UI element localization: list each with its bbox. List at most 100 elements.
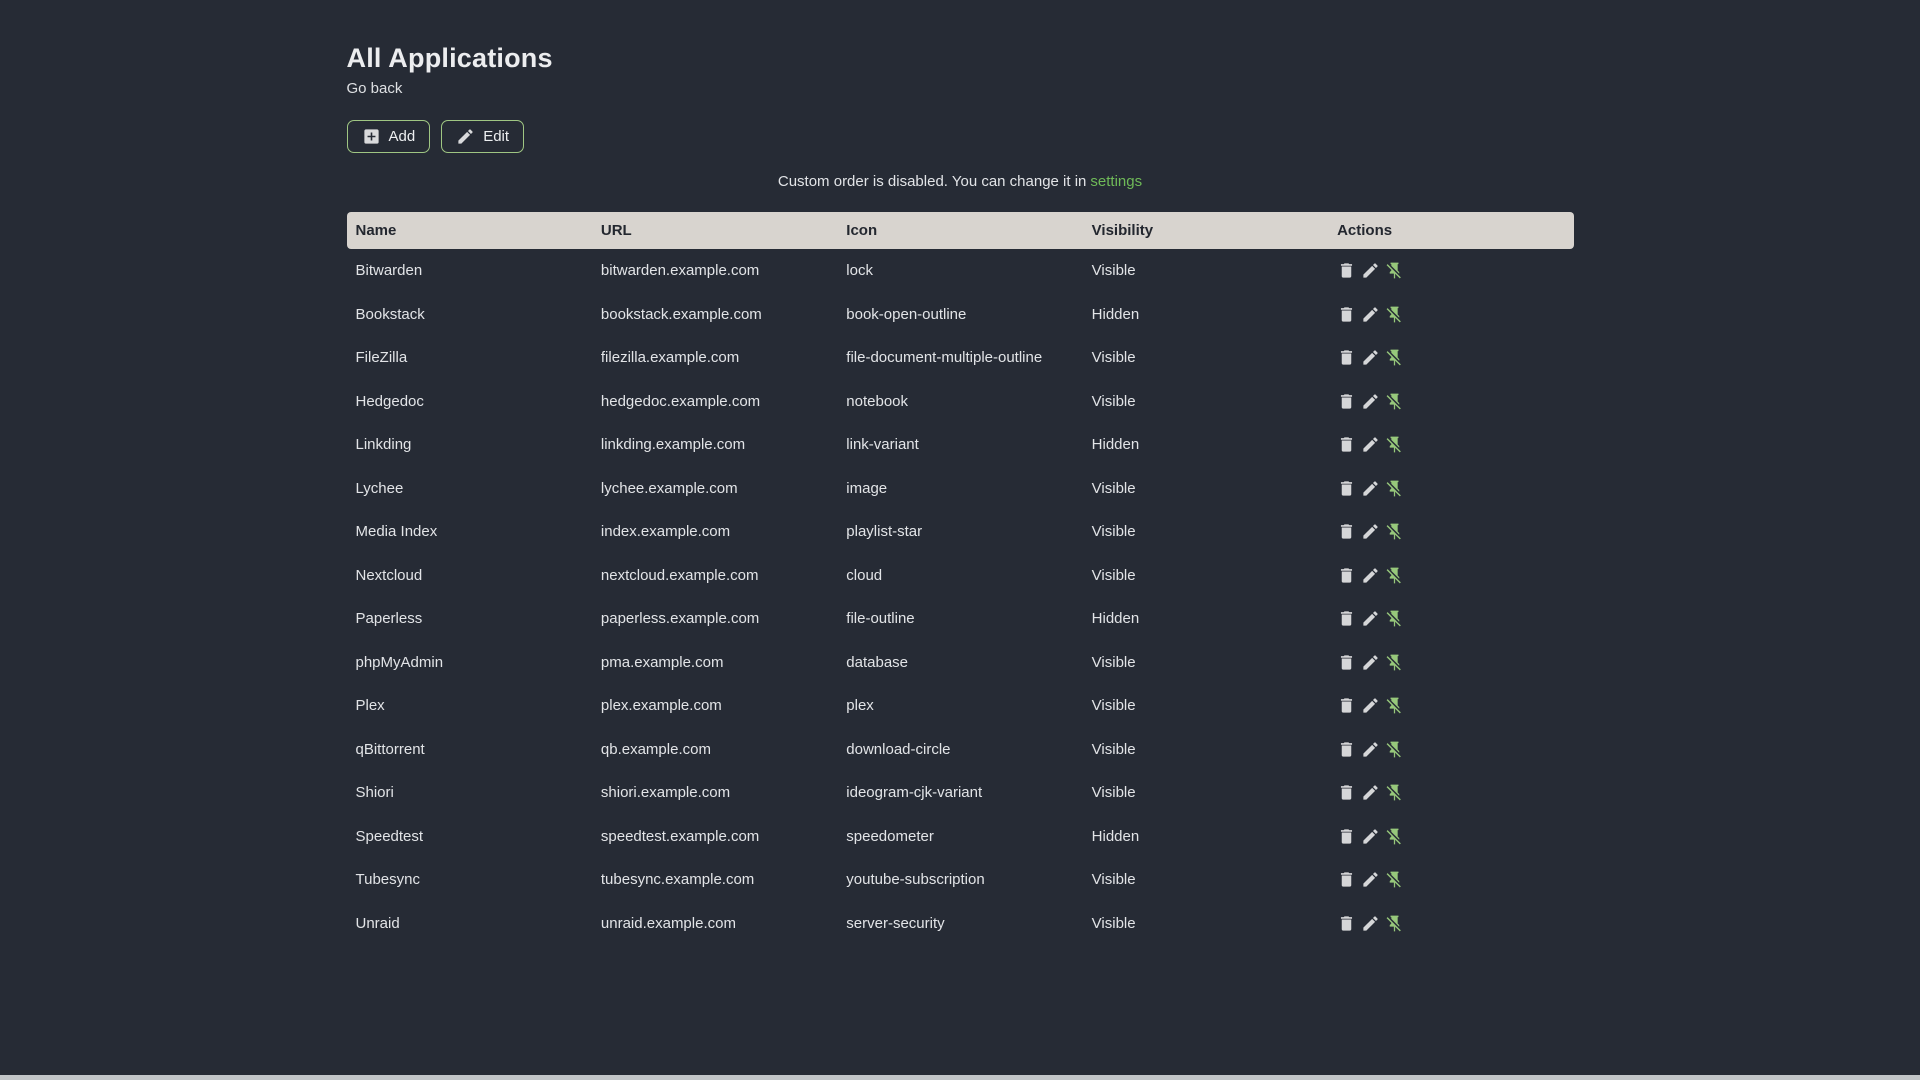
delete-icon[interactable]: [1337, 566, 1356, 585]
cell-url: speedtest.example.com: [600, 827, 760, 845]
settings-applications-page: All Applications Go back Add Edit Custom…: [346, 0, 1574, 945]
cell-visibility: Hidden: [1091, 827, 1140, 845]
pin-off-icon[interactable]: [1385, 827, 1404, 846]
cell-visibility: Visible: [1091, 784, 1136, 802]
delete-icon[interactable]: [1337, 870, 1356, 889]
cell-name: Speedtest: [355, 827, 424, 845]
cell-icon: youtube-subscription: [846, 871, 985, 889]
edit-icon[interactable]: [1361, 479, 1380, 498]
settings-link[interactable]: settings: [1090, 173, 1142, 190]
pin-off-icon[interactable]: [1385, 435, 1404, 454]
edit-icon[interactable]: [1361, 827, 1380, 846]
notice-text: Custom order is disabled. You can change…: [777, 173, 1087, 190]
cell-icon: book-open-outline: [846, 305, 967, 323]
edit-icon[interactable]: [1361, 261, 1380, 280]
go-back-link[interactable]: Go back: [347, 80, 403, 98]
plus-box-icon: [362, 127, 381, 146]
pin-off-icon[interactable]: [1385, 914, 1404, 933]
delete-icon[interactable]: [1337, 914, 1356, 933]
pin-off-icon[interactable]: [1385, 740, 1404, 759]
pin-off-icon[interactable]: [1385, 392, 1404, 411]
delete-icon[interactable]: [1337, 827, 1356, 846]
pin-off-icon[interactable]: [1385, 522, 1404, 541]
table-row: Paperless paperless.example.com file-out…: [347, 597, 1574, 641]
edit-icon[interactable]: [1361, 870, 1380, 889]
cell-visibility: Visible: [1091, 392, 1136, 410]
header-visibility: Visibility: [1091, 222, 1154, 239]
edit-icon[interactable]: [1361, 566, 1380, 585]
cell-visibility: Visible: [1091, 653, 1136, 671]
toolbar: Add Edit: [346, 120, 1574, 153]
delete-icon[interactable]: [1337, 305, 1356, 324]
cell-url: filezilla.example.com: [600, 349, 740, 367]
edit-icon[interactable]: [1361, 653, 1380, 672]
delete-icon[interactable]: [1337, 435, 1356, 454]
cell-name: Shiori: [355, 784, 394, 802]
delete-icon[interactable]: [1337, 783, 1356, 802]
delete-icon[interactable]: [1337, 392, 1356, 411]
edit-icon[interactable]: [1361, 348, 1380, 367]
edit-icon[interactable]: [1361, 914, 1380, 933]
table-row: Plex plex.example.com plex Visible: [347, 684, 1574, 728]
header-url: URL: [600, 222, 632, 239]
cell-visibility: Visible: [1091, 740, 1136, 758]
delete-icon[interactable]: [1337, 609, 1356, 628]
cell-actions: [1328, 783, 1573, 802]
edit-icon[interactable]: [1361, 696, 1380, 715]
delete-icon[interactable]: [1337, 479, 1356, 498]
cell-actions: [1328, 696, 1573, 715]
pin-off-icon[interactable]: [1385, 609, 1404, 628]
edit-icon[interactable]: [1361, 435, 1380, 454]
edit-icon[interactable]: [1361, 609, 1380, 628]
cell-url: bitwarden.example.com: [600, 262, 760, 280]
cell-actions: [1328, 914, 1573, 933]
cell-name: Nextcloud: [355, 566, 423, 584]
edit-icon[interactable]: [1361, 392, 1380, 411]
cell-visibility: Visible: [1091, 262, 1136, 280]
pin-off-icon[interactable]: [1385, 305, 1404, 324]
pin-off-icon[interactable]: [1385, 566, 1404, 585]
custom-order-notice: Custom order is disabled. You can change…: [347, 173, 1574, 191]
cell-name: Bookstack: [355, 305, 425, 323]
edit-icon[interactable]: [1361, 740, 1380, 759]
cell-visibility: Hidden: [1091, 610, 1140, 628]
delete-icon[interactable]: [1337, 261, 1356, 280]
table-row: Nextcloud nextcloud.example.com cloud Vi…: [347, 554, 1574, 598]
cell-name: qBittorrent: [355, 740, 425, 758]
cell-visibility: Visible: [1091, 479, 1136, 497]
cell-url: pma.example.com: [600, 653, 724, 671]
cell-visibility: Visible: [1091, 697, 1136, 715]
cell-visibility: Visible: [1091, 566, 1136, 584]
delete-icon[interactable]: [1337, 653, 1356, 672]
delete-icon[interactable]: [1337, 740, 1356, 759]
table-row: Speedtest speedtest.example.com speedome…: [347, 815, 1574, 859]
pin-off-icon[interactable]: [1385, 653, 1404, 672]
cell-url: linkding.example.com: [600, 436, 746, 454]
table-row: Shiori shiori.example.com ideogram-cjk-v…: [347, 771, 1574, 815]
pin-off-icon[interactable]: [1385, 696, 1404, 715]
pin-off-icon[interactable]: [1385, 348, 1404, 367]
delete-icon[interactable]: [1337, 348, 1356, 367]
pin-off-icon[interactable]: [1385, 783, 1404, 802]
edit-icon[interactable]: [1361, 783, 1380, 802]
cell-name: Media Index: [355, 523, 438, 541]
table-row: Linkding linkding.example.com link-varia…: [347, 423, 1574, 467]
edit-icon[interactable]: [1361, 522, 1380, 541]
delete-icon[interactable]: [1337, 522, 1356, 541]
cell-actions: [1328, 653, 1573, 672]
cell-visibility: Hidden: [1091, 436, 1140, 454]
horizontal-scrollbar[interactable]: [0, 1075, 1920, 1080]
pin-off-icon[interactable]: [1385, 261, 1404, 280]
cell-url: nextcloud.example.com: [600, 566, 759, 584]
table-row: FileZilla filezilla.example.com file-doc…: [347, 336, 1574, 380]
delete-icon[interactable]: [1337, 696, 1356, 715]
pin-off-icon[interactable]: [1385, 870, 1404, 889]
cell-icon: ideogram-cjk-variant: [846, 784, 983, 802]
edit-icon[interactable]: [1361, 305, 1380, 324]
cell-name: Linkding: [355, 436, 412, 454]
pin-off-icon[interactable]: [1385, 479, 1404, 498]
cell-name: Hedgedoc: [355, 392, 424, 410]
edit-button[interactable]: Edit: [441, 120, 525, 153]
add-button[interactable]: Add: [346, 120, 431, 153]
cell-url: index.example.com: [600, 523, 731, 541]
